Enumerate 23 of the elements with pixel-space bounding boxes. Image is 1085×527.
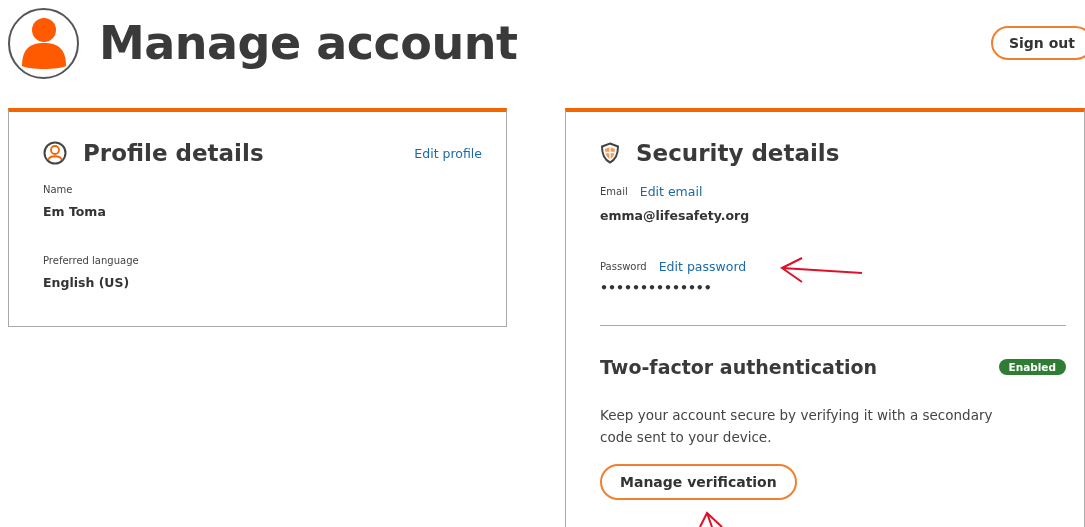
field-label: Email [600, 186, 628, 197]
field-value: English (US) [43, 275, 131, 290]
edit-link[interactable]: Edit password [658, 259, 747, 274]
description-text: Keep your account secure by verifying it with a secondary code sent to your device. [600, 406, 994, 447]
field-value: •••••••••••••• [600, 280, 713, 295]
manage-verification-button[interactable]: Manage verification [600, 464, 797, 500]
field-label: Password [600, 261, 647, 272]
field-label: Preferred language [43, 255, 140, 266]
field-value: emma@lifesafety.org [600, 208, 751, 223]
annotation-arrow [699, 511, 723, 527]
card-title: Security details [636, 140, 840, 166]
avatar-icon [8, 7, 79, 79]
shield-icon [600, 142, 620, 164]
sign-out-button[interactable]: Sign out [990, 26, 1085, 60]
edit-profile-link[interactable]: Edit profile [414, 145, 482, 161]
card-title: Profile details [83, 140, 264, 166]
status-badge: Enabled [998, 359, 1066, 375]
section-title: Two-factor authentication [600, 356, 878, 378]
user-icon [43, 141, 67, 165]
field-label: Name [43, 184, 74, 195]
field-value: Em Toma [43, 204, 107, 219]
edit-link[interactable]: Edit email [639, 184, 703, 199]
page-title: Manage account [99, 16, 518, 70]
